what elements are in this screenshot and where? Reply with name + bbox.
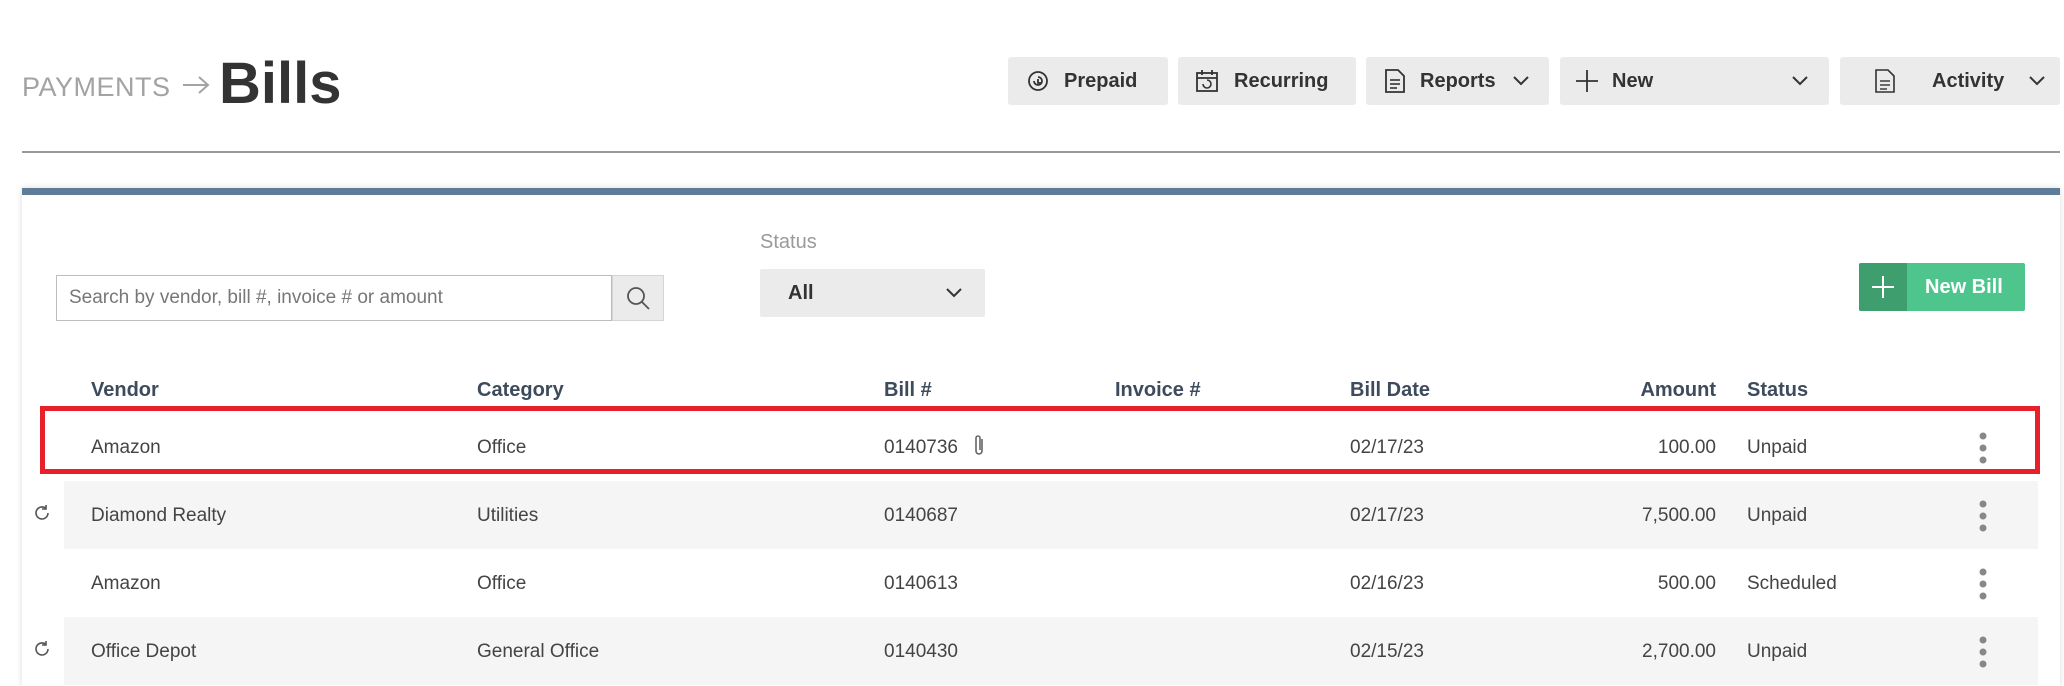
cell-amount: 100.00	[1657, 437, 1716, 458]
cell-status: Unpaid	[1747, 437, 1808, 458]
recurring-icon	[35, 641, 49, 656]
column-header-category[interactable]: Category	[477, 379, 564, 402]
reports-label: Reports	[1420, 69, 1496, 92]
new-dropdown-button[interactable]: New	[1560, 57, 1829, 105]
column-header-amount[interactable]: Amount	[1596, 379, 1716, 402]
prepaid-button[interactable]: Prepaid	[1008, 57, 1168, 105]
table-row[interactable]: Amazon Office 0140613 02/16/23 500.00 Sc…	[22, 549, 2060, 617]
cell-category: Office	[477, 437, 527, 458]
more-options-icon[interactable]	[1978, 431, 1988, 465]
cell-bill-number: 0140613	[884, 573, 958, 594]
cell-vendor: Amazon	[91, 573, 161, 594]
status-filter-label: Status	[760, 231, 817, 253]
cell-category: General Office	[477, 641, 600, 662]
table-row[interactable]: Amazon Office 0140736 02/17/23 100.00 Un…	[22, 413, 2060, 481]
header-divider	[22, 151, 2060, 153]
chevron-down-icon	[1792, 76, 1808, 86]
new-bill-button[interactable]: New Bill	[1859, 263, 2025, 311]
search-input[interactable]	[56, 275, 612, 321]
page-title: Bills	[219, 51, 342, 116]
new-label: New	[1612, 69, 1654, 92]
cell-bill-date: 02/16/23	[1350, 573, 1424, 594]
chevron-down-icon	[1512, 76, 1529, 86]
prepaid-icon	[1028, 71, 1048, 91]
cell-amount: 2,700.00	[1642, 641, 1716, 662]
more-options-icon[interactable]	[1978, 499, 1988, 533]
chevron-down-icon	[2029, 76, 2045, 86]
search-button[interactable]	[612, 275, 664, 321]
arrow-right-icon	[181, 70, 211, 104]
plus-icon	[1859, 263, 1907, 311]
breadcrumb-payments[interactable]: PAYMENTS	[22, 72, 171, 103]
calendar-recurring-icon	[1196, 70, 1218, 92]
column-header-vendor[interactable]: Vendor	[91, 379, 159, 402]
table-row[interactable]: Diamond Realty Utilities 0140687 02/17/2…	[22, 481, 2060, 549]
breadcrumb[interactable]: PAYMENTS	[22, 70, 211, 104]
cell-amount: 7,500.00	[1642, 505, 1716, 526]
status-select[interactable]: All	[760, 269, 985, 317]
recurring-icon	[35, 505, 49, 520]
bills-page: PAYMENTS Bills Prepaid Recurring Reports…	[0, 0, 2064, 686]
paperclip-icon[interactable]	[972, 433, 986, 459]
cell-vendor: Office Depot	[91, 641, 197, 662]
cell-vendor: Amazon	[91, 437, 161, 458]
table-row[interactable]: Office Depot General Office 0140430 02/1…	[22, 617, 2060, 685]
cell-amount: 500.00	[1657, 573, 1716, 594]
more-options-icon[interactable]	[1978, 567, 1988, 601]
recurring-button[interactable]: Recurring	[1178, 57, 1356, 105]
reports-button[interactable]: Reports	[1366, 57, 1549, 105]
column-header-bill[interactable]: Bill #	[884, 379, 932, 402]
cell-bill-date: 02/17/23	[1350, 437, 1424, 458]
cell-bill-date: 02/17/23	[1350, 505, 1424, 526]
column-header-status[interactable]: Status	[1747, 379, 1808, 402]
bills-card: Status All New Bill Vendor Category Bill…	[22, 188, 2060, 686]
activity-label: Activity	[1932, 69, 2005, 92]
status-select-value: All	[788, 281, 814, 304]
more-options-icon[interactable]	[1978, 635, 1988, 669]
cell-status: Unpaid	[1747, 505, 1808, 526]
cell-status: Scheduled	[1747, 573, 1837, 594]
plus-icon	[1576, 70, 1598, 92]
cell-category: Office	[477, 573, 527, 594]
cell-status: Unpaid	[1747, 641, 1808, 662]
search-icon	[627, 287, 650, 310]
document-icon	[1385, 69, 1405, 93]
document-icon	[1875, 69, 1895, 93]
cell-vendor: Diamond Realty	[91, 505, 227, 526]
table-header: Vendor Category Bill # Invoice # Bill Da…	[22, 371, 2060, 411]
recurring-label: Recurring	[1234, 69, 1329, 92]
cell-bill-number: 0140687	[884, 505, 958, 526]
cell-bill-date: 02/15/23	[1350, 641, 1424, 662]
column-header-bill-date[interactable]: Bill Date	[1350, 379, 1430, 402]
cell-bill-number: 0140736	[884, 437, 958, 458]
column-header-invoice[interactable]: Invoice #	[1115, 379, 1201, 402]
new-bill-label: New Bill	[1925, 275, 2003, 298]
prepaid-label: Prepaid	[1064, 69, 1138, 92]
cell-bill-number: 0140430	[884, 641, 958, 662]
activity-button[interactable]: Activity	[1840, 57, 2060, 105]
cell-category: Utilities	[477, 505, 539, 526]
chevron-down-icon	[946, 288, 962, 298]
